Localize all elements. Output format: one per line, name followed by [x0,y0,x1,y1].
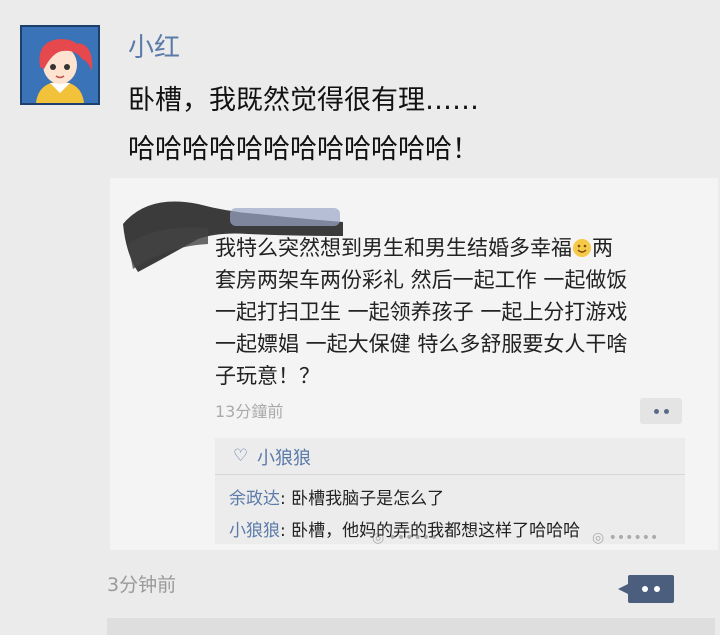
likes-comments-area [107,618,715,635]
post-text-line-1: 卧槽，我既然觉得很有理…… [128,85,479,116]
embedded-more-button[interactable] [640,398,682,424]
embedded-screenshot[interactable]: 我特么突然想到男生和男生结婚多幸福两 套房两架车两份彩礼 然后一起工作 一起做饭… [110,178,718,550]
embedded-text-line: 一起嫖娼 一起大保健 特么多舒服要女人干啥 [215,332,628,356]
embedded-text-line: 子玩意！？ [215,364,320,388]
post-author-name[interactable]: 小红 [128,27,180,64]
dot-icon [642,586,648,592]
like-name[interactable]: 小狼狼 [257,444,311,470]
embedded-comments-panel: ♡ 小狼狼 余政达: 卧槽我脑子是怎么了 小狼狼: 卧槽，他妈的弄的我都想这样了… [215,438,685,544]
embedded-text-line: 套房两架车两份彩礼 然后一起工作 一起做饭 [215,268,628,292]
blurred-name-icon [230,208,340,226]
watermark: ◎ •••••• [372,530,439,546]
comment-text: 卧槽我脑子是怎么了 [291,489,445,509]
avatar[interactable] [20,25,100,105]
post-more-button[interactable] [618,575,674,603]
dot-icon [653,408,659,414]
smile-emoji-icon [573,239,591,257]
heart-outline-icon: ♡ [233,446,249,466]
embedded-text-line: 一起打扫卫生 一起领养孩子 一起上分打游戏 [215,300,628,324]
embedded-timestamp: 13分鐘前 [215,402,284,421]
watermark: ◎ •••••• [592,530,659,546]
embedded-text-line: 我特么突然想到男生和男生结婚多幸福两 [215,236,613,260]
comment-author[interactable]: 余政达 [229,489,280,509]
cartoon-girl-avatar-icon [22,27,98,103]
dot-icon [654,586,660,592]
dot-icon [663,408,669,414]
embedded-post-text: 我特么突然想到男生和男生结婚多幸福两 套房两架车两份彩礼 然后一起工作 一起做饭… [215,232,685,392]
comment-author[interactable]: 小狼狼 [229,521,280,541]
like-row: ♡ 小狼狼 [215,438,685,475]
comment-item[interactable]: 余政达: 卧槽我脑子是怎么了 [229,484,444,509]
post-text-line-2: 哈哈哈哈哈哈哈哈哈哈哈哈！ [128,134,479,165]
post-timestamp: 3分钟前 [107,574,177,596]
